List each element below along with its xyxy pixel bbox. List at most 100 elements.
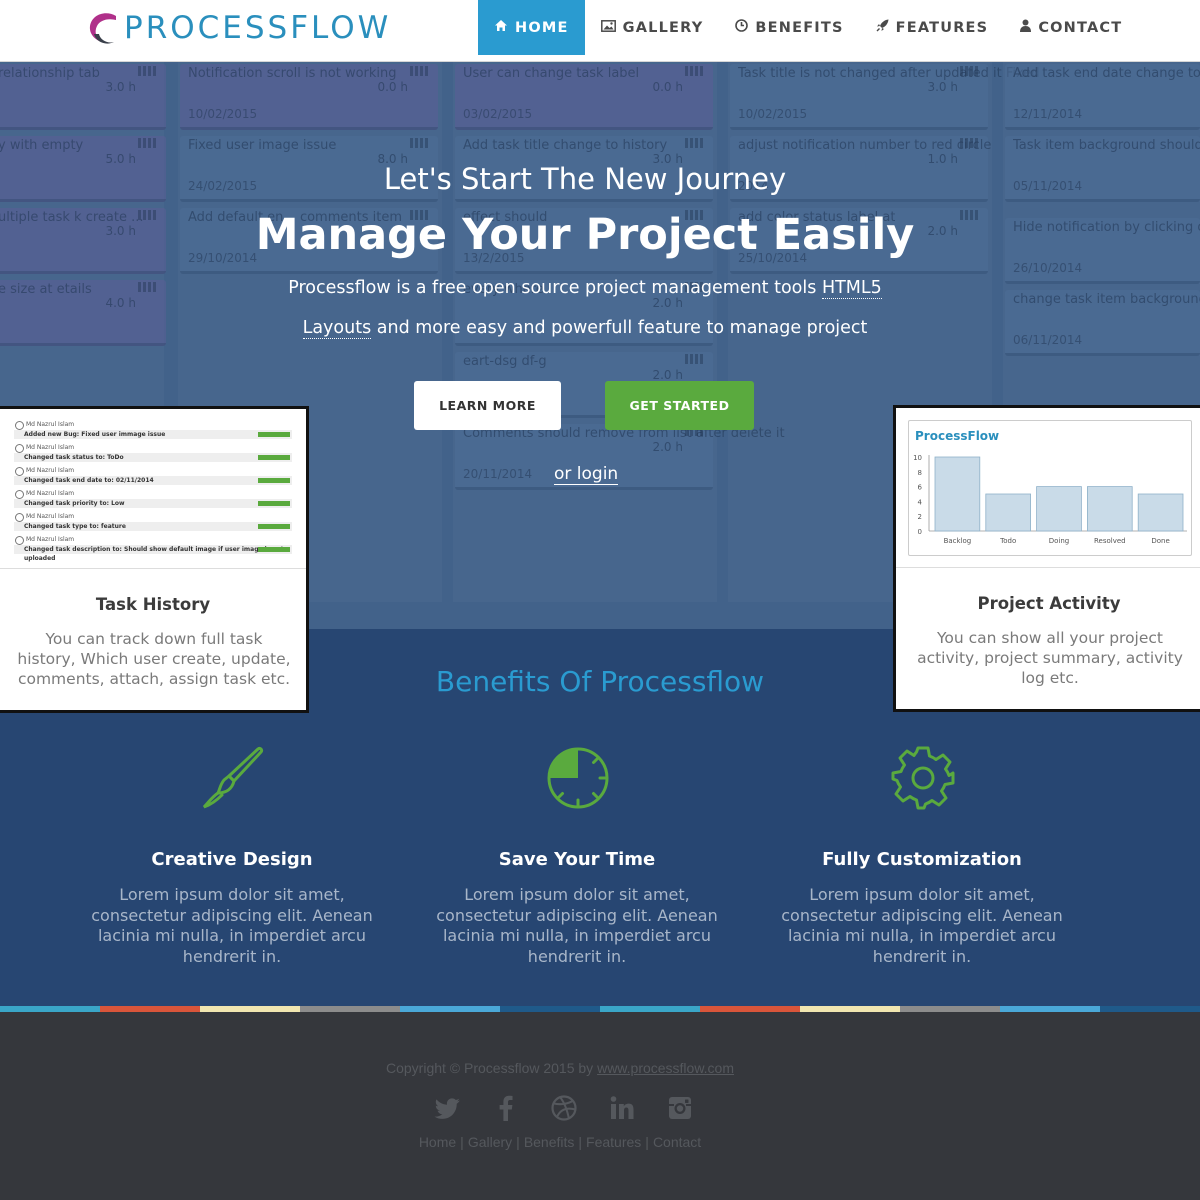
link-separator: | xyxy=(460,1134,464,1150)
dribbble-icon[interactable] xyxy=(550,1094,578,1122)
date-badge xyxy=(258,432,290,437)
nav-contact[interactable]: CONTACT xyxy=(1004,0,1138,55)
history-row: Md Nazrul Islam Changed task priority to:… xyxy=(14,490,292,508)
footer-links: Home | Gallery | Benefits | Features | Contact xyxy=(0,1134,1120,1150)
benefit-title: Creative Design xyxy=(151,849,313,870)
chart-bar xyxy=(1137,493,1184,532)
date-badge xyxy=(258,547,290,552)
history-user: Md Nazrul Islam xyxy=(14,513,292,522)
user-icon xyxy=(1020,19,1032,36)
y-tick-label: 8 xyxy=(918,469,922,477)
processflow-logo-icon xyxy=(89,13,116,44)
gear-icon xyxy=(891,746,955,810)
x-tick-label: Backlog xyxy=(944,537,972,545)
copyright-text: Copyright © Processflow 2015 by xyxy=(385,1060,598,1076)
nav-gallery[interactable]: GALLERY xyxy=(585,0,720,55)
date-badge xyxy=(258,478,290,483)
history-row: Md Nazrul Islam Changed task end date to:… xyxy=(14,467,292,485)
home-icon xyxy=(494,19,508,36)
nav-benefits[interactable]: BENEFITS xyxy=(719,0,859,55)
copyright-link[interactable]: www.processflow.com xyxy=(597,1060,734,1076)
task-history-card: Md Nazrul Islam Added new Bug: Fixed user… xyxy=(0,406,309,713)
clock-icon xyxy=(735,19,749,36)
hero-description: Processflow is a free open source projec… xyxy=(270,268,900,348)
footer: Copyright © Processflow 2015 by www.proc… xyxy=(0,1012,1200,1200)
footer-link-home[interactable]: Home xyxy=(419,1134,456,1150)
history-action: Changed task priority to: Low xyxy=(14,499,292,508)
history-action: Changed task type to: feature xyxy=(14,522,292,531)
x-tick-label: Doing xyxy=(1049,537,1070,545)
nav-features-label: FEATURES xyxy=(895,19,989,36)
main-nav: HOME GALLERY BENEFITS FEATURES CONTACT xyxy=(478,0,1138,55)
navbar: PROCESSFLOW HOME GALLERY BENEFITS FEATUR… xyxy=(0,0,1200,62)
date-badge xyxy=(258,501,290,506)
history-user: Md Nazrul Islam xyxy=(14,421,292,430)
x-tick-label: Todo xyxy=(999,537,1016,545)
twitter-icon[interactable] xyxy=(434,1094,462,1122)
footer-link-contact[interactable]: Contact xyxy=(653,1134,701,1150)
task-history-screenshot: Md Nazrul Islam Added new Bug: Fixed user… xyxy=(0,409,306,569)
nav-home-label: HOME xyxy=(515,19,569,36)
benefit-text: Lorem ipsum dolor sit amet, consectetur … xyxy=(781,885,1063,966)
activity-chart-panel: ProcessFlow 10 8 6 4 2 0 Backlog Todo Doing Resol… xyxy=(908,420,1192,556)
benefit-text: Lorem ipsum dolor sit amet, consectetur … xyxy=(436,885,718,966)
link-separator: | xyxy=(578,1134,583,1150)
history-action: Changed task end date to: 02/11/2014 xyxy=(14,476,292,485)
history-action: Changed task status to: ToDo xyxy=(14,453,292,462)
history-row: Md Nazrul Islam Changed task description … xyxy=(14,536,292,562)
history-row: Md Nazrul Islam Added new Bug: Fixed user… xyxy=(14,421,292,439)
footer-link-features[interactable]: Features xyxy=(586,1134,641,1150)
project-activity-title: Project Activity xyxy=(977,594,1121,613)
brand-logo[interactable]: PROCESSFLOW xyxy=(86,6,391,50)
brand-name: PROCESSFLOW xyxy=(124,10,392,46)
hero-subtitle: Let's Start The New Journey xyxy=(383,162,787,196)
task-history-title: Task History xyxy=(95,595,211,614)
hero-desc-part2: and more easy and powerfull feature to m… xyxy=(371,318,868,338)
activity-chart-title: ProcessFlow xyxy=(915,429,1000,443)
abbr-layouts: Layouts xyxy=(302,318,372,339)
history-row: Md Nazrul Islam Changed task status to: T… xyxy=(14,444,292,462)
linkedin-icon[interactable] xyxy=(608,1094,636,1122)
timer-icon xyxy=(547,747,609,809)
nav-home[interactable]: HOME xyxy=(478,0,585,55)
project-activity-screenshot: ProcessFlow 10 8 6 4 2 0 Backlog Todo Doing Resol… xyxy=(896,408,1200,568)
task-history-text: You can track down full task history, Wh… xyxy=(17,630,291,688)
image-icon xyxy=(600,19,616,36)
footer-link-benefits[interactable]: Benefits xyxy=(524,1134,575,1150)
facebook-icon[interactable] xyxy=(492,1094,520,1122)
nav-benefits-label: BENEFITS xyxy=(755,19,844,36)
history-row: Md Nazrul Islam Changed task type to: fea… xyxy=(14,513,292,531)
rocket-icon xyxy=(876,19,889,36)
y-tick-label: 0 xyxy=(918,528,922,536)
activity-bar-chart: 10 8 6 4 2 0 Backlog Todo Doing Resolved Done xyxy=(913,454,1187,545)
login-link[interactable]: or login xyxy=(554,464,619,485)
nav-contact-label: CONTACT xyxy=(1038,19,1123,36)
benefit-title: Save Your Time xyxy=(498,849,656,870)
instagram-icon[interactable] xyxy=(666,1094,694,1122)
link-separator: | xyxy=(645,1134,649,1150)
y-tick-label: 4 xyxy=(918,498,923,506)
history-user: Md Nazrul Islam xyxy=(14,536,292,545)
footer-link-gallery[interactable]: Gallery xyxy=(468,1134,512,1150)
chart-bar xyxy=(1036,486,1082,532)
nav-features[interactable]: FEATURES xyxy=(860,0,1005,55)
history-user: Md Nazrul Islam xyxy=(14,490,292,499)
hero-desc-part1: Processflow is a free open source projec… xyxy=(288,278,822,298)
project-activity-text: You can show all your project activity, … xyxy=(917,629,1183,687)
x-tick-label: Done xyxy=(1151,537,1169,545)
y-tick-label: 10 xyxy=(913,454,922,462)
chart-bar xyxy=(985,493,1032,532)
project-activity-card: ProcessFlow 10 8 6 4 2 0 Backlog Todo Doing Resol… xyxy=(893,405,1200,712)
history-action: Added new Bug: Fixed user immage issue xyxy=(14,430,292,439)
x-tick-label: Resolved xyxy=(1094,537,1126,545)
get-started-button[interactable]: GET STARTED xyxy=(605,381,754,430)
y-tick-label: 6 xyxy=(918,484,923,492)
chart-bar xyxy=(934,456,981,532)
chart-bar xyxy=(1086,486,1133,532)
history-action: Changed task description to: Should show… xyxy=(14,545,292,562)
social-links xyxy=(434,1094,694,1122)
history-user: Md Nazrul Islam xyxy=(14,467,292,476)
benefit-text: Lorem ipsum dolor sit amet, consectetur … xyxy=(91,885,373,966)
date-badge xyxy=(258,455,290,460)
learn-more-button[interactable]: LEARN MORE xyxy=(414,381,561,430)
